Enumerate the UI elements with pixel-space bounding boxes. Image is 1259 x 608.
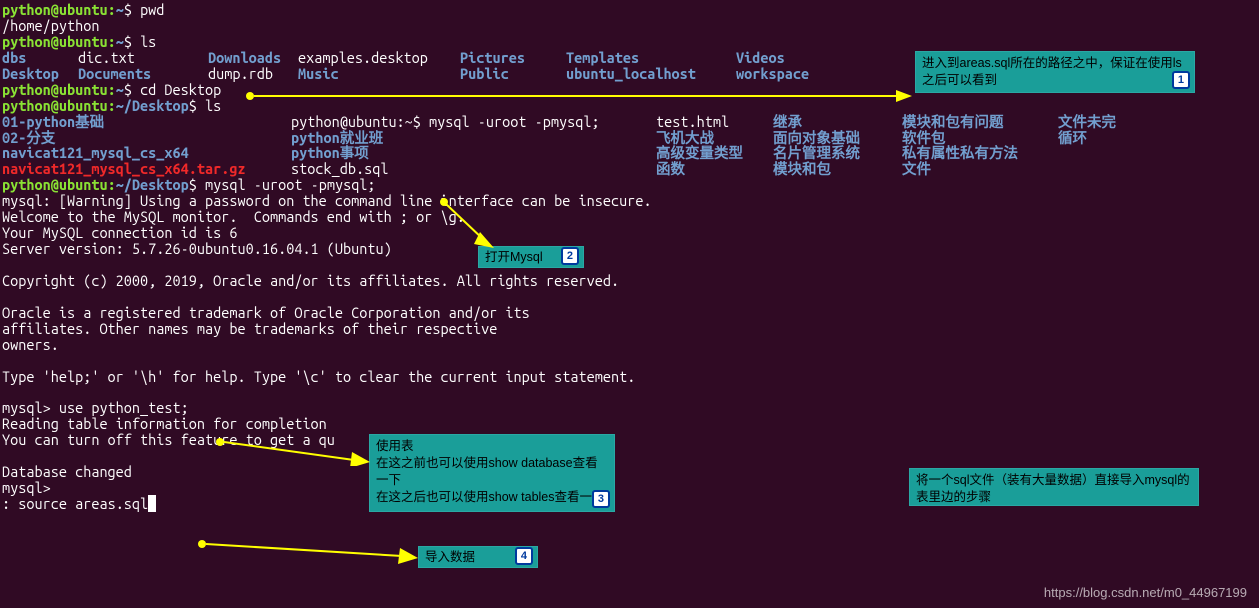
badge-3: 3: [592, 490, 610, 508]
mysql-out-4: Server version: 5.7.26-0ubuntu0.16.04.1 …: [2, 241, 1257, 257]
ls-desk-row4: navicat121_mysql_cs_x64.tar.gzstock_db.s…: [2, 161, 1257, 177]
arrow-4: [196, 536, 420, 564]
annotation-3: 使用表 在这之前也可以使用show database查看一下 在这之后也可以使用…: [369, 434, 615, 512]
annotation-4: 导入数据 4: [418, 546, 538, 568]
ls-desk-row2: 02-分支python就业班飞机大战面向对象基础软件包循环: [2, 130, 1257, 146]
mysql-out-6: Oracle is a registered trademark of Orac…: [2, 305, 1257, 321]
mysql-out-12: You can turn off this feature to get a q…: [2, 432, 1257, 448]
prompt-line-pwd: python@ubuntu:~$ pwd: [2, 2, 1257, 18]
badge-4: 4: [515, 547, 533, 565]
pwd-output: /home/python: [2, 18, 1257, 34]
annotation-1: 进入到areas.sql所在的路径之中，保证在使用ls之后可以看到 1: [915, 51, 1195, 93]
mysql-out-7: affiliates. Other names may be trademark…: [2, 321, 1257, 337]
prompt-line-ls: python@ubuntu:~$ ls: [2, 34, 1257, 50]
mysql-out-2: Welcome to the MySQL monitor. Commands e…: [2, 209, 1257, 225]
cursor-icon: [148, 495, 156, 512]
watermark: https://blog.csdn.net/m0_44967199: [1044, 586, 1247, 600]
badge-1: 1: [1172, 71, 1190, 89]
mysql-out-9: Type 'help;' or '\h' for help. Type '\c'…: [2, 369, 1257, 385]
mysql-out-11: Reading table information for completion: [2, 416, 1257, 432]
ls-desk-row1: 01-python基础python@ubuntu:~$ mysql -uroot…: [2, 114, 1257, 130]
ls-desk-row3: navicat121_mysql_cs_x64python事项高级变量类型名片管…: [2, 145, 1257, 161]
annotation-2: 打开Mysql 2: [478, 246, 584, 268]
mysql-out-1: mysql: [Warning] Using a password on the…: [2, 193, 1257, 209]
mysql-out-8: owners.: [2, 337, 1257, 353]
prompt-line-mysql: python@ubuntu:~/Desktop$ mysql -uroot -p…: [2, 177, 1257, 193]
prompt-line-ls2: python@ubuntu:~/Desktop$ ls: [2, 98, 1257, 114]
mysql-out-5: Copyright (c) 2000, 2019, Oracle and/or …: [2, 273, 1257, 289]
annotation-5: 将一个sql文件（装有大量数据）直接导入mysql的表里边的步骤: [909, 468, 1199, 506]
badge-2: 2: [561, 247, 579, 265]
mysql-out-3: Your MySQL connection id is 6: [2, 225, 1257, 241]
mysql-prompt-use: mysql> use python_test;: [2, 400, 1257, 416]
